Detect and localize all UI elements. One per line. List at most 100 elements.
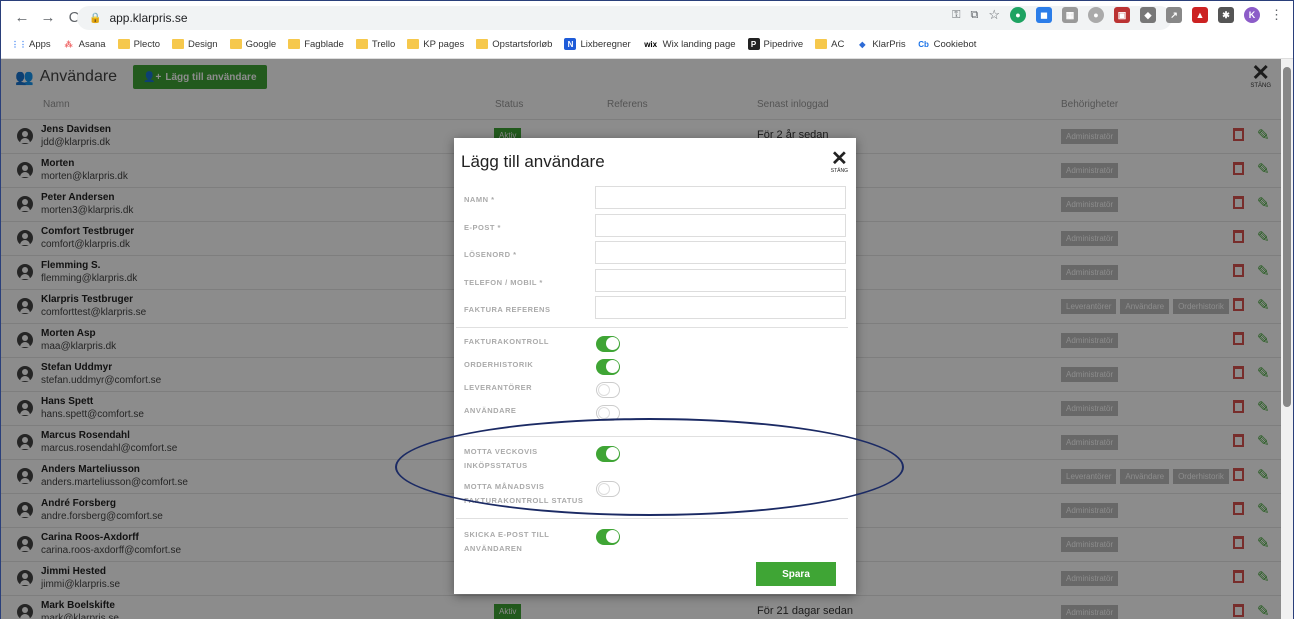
bookmark-label: Pipedrive: [763, 38, 804, 50]
toggle-knob: [598, 407, 610, 419]
folder-icon: [476, 39, 489, 49]
bookmark-item[interactable]: KP pages: [407, 39, 464, 50]
star-icon[interactable]: ☆: [988, 7, 1000, 23]
toggle-label: FAKTURAKONTROLL: [464, 337, 549, 346]
toolbar-icons: ⚿ ⧉ ☆ ● ◼ ▦ ● ▣ ◆ ↗ ▲ ✱ K ⋮: [952, 7, 1283, 23]
add-user-modal: Lägg till användare ✕ STÄNG NAMN * E-POST…: [454, 138, 856, 594]
folder-icon: [288, 39, 301, 49]
field-label: FAKTURA REFERENS: [464, 305, 551, 314]
folder-icon: [229, 39, 242, 49]
n-icon: N: [564, 38, 577, 50]
bookmark-item[interactable]: Design: [172, 39, 218, 50]
toggle-switch[interactable]: [596, 359, 620, 375]
toggle-label: ORDERHISTORIK: [464, 360, 534, 369]
browser-chrome: ← → C 🔒 app.klarpris.se ⚿ ⧉ ☆ ● ◼ ▦ ● ▣ …: [1, 1, 1293, 59]
bookmark-label: Design: [188, 38, 218, 50]
translate-icon[interactable]: ⧉: [970, 9, 978, 22]
bookmark-label: Opstartsforløb: [492, 38, 553, 50]
folder-icon: [407, 39, 420, 49]
toggle-knob: [606, 530, 619, 543]
toggle-knob: [606, 360, 619, 373]
forward-icon[interactable]: →: [37, 6, 59, 28]
menu-icon[interactable]: ⋮: [1270, 7, 1283, 23]
folder-icon: [355, 39, 368, 49]
form-divider: [456, 518, 848, 519]
bookmarks-bar: ⋮⋮ Apps ⁂ Asana Plecto Design Google Fagblade Tr…: [1, 33, 1293, 55]
extension-icon[interactable]: ▦: [1062, 7, 1078, 23]
bookmark-item[interactable]: P Pipedrive: [747, 38, 804, 50]
folder-icon: [117, 39, 130, 49]
toggle-label: LEVERANTÖRER: [464, 383, 533, 392]
wix-icon: wix: [642, 38, 659, 50]
modal-close-button[interactable]: ✕ STÄNG: [830, 148, 848, 174]
puzzle-icon[interactable]: ✱: [1218, 7, 1234, 23]
bookmark-item[interactable]: ◆ KlarPris: [856, 38, 906, 50]
toggle-label: ANVÄNDARE: [464, 406, 517, 415]
toggle-switch[interactable]: [596, 336, 620, 352]
bookmark-label: Lixberegner: [580, 38, 631, 50]
toggle-switch[interactable]: [596, 382, 620, 398]
page-scrollbar[interactable]: [1281, 59, 1293, 619]
bookmark-item[interactable]: Opstartsforløb: [476, 39, 552, 50]
url-text: app.klarpris.se: [109, 11, 188, 25]
extension-icon[interactable]: ↗: [1166, 7, 1182, 23]
bookmark-item[interactable]: Fagblade: [288, 39, 344, 50]
bookmark-label: Plecto: [133, 38, 160, 50]
asana-icon: ⁂: [62, 38, 75, 50]
extension-icon[interactable]: ▲: [1192, 7, 1208, 23]
close-icon: ✕: [831, 148, 848, 170]
bookmark-item[interactable]: ⁂ Asana: [62, 38, 106, 50]
extension-icon[interactable]: ●: [1088, 7, 1104, 23]
bookmark-label: KP pages: [423, 38, 465, 50]
cookiebot-icon: Cb: [917, 38, 930, 50]
extension-icon[interactable]: ◼: [1036, 7, 1052, 23]
extension-icon[interactable]: ▣: [1114, 7, 1130, 23]
bookmark-item[interactable]: Plecto: [117, 38, 160, 50]
annotation-ellipse: [395, 418, 904, 516]
bookmark-item[interactable]: Cb Cookiebot: [917, 38, 977, 50]
profile-avatar[interactable]: K: [1244, 7, 1260, 23]
apps-grid-icon: ⋮⋮: [11, 38, 27, 50]
bookmark-label: KlarPris: [872, 38, 906, 50]
key-icon[interactable]: ⚿: [952, 9, 960, 22]
toggle-label: SKICKA E-POST TILL ANVÄNDAREN: [464, 530, 550, 553]
field-label: TELEFON / MOBIL *: [464, 277, 543, 287]
bookmark-item[interactable]: Trello: [355, 38, 396, 50]
bookmark-item[interactable]: wix Wix landing page: [642, 38, 736, 50]
modal-close-label: STÄNG: [830, 168, 848, 174]
field-label: E-POST *: [464, 222, 501, 232]
bookmark-label: Asana: [78, 38, 106, 50]
bookmark-label: Apps: [29, 38, 51, 50]
p-icon: P: [747, 38, 760, 50]
form-input[interactable]: [595, 186, 846, 209]
form-input[interactable]: [595, 213, 846, 237]
bookmark-item[interactable]: Google: [229, 39, 276, 50]
folder-icon: [815, 39, 828, 49]
bookmark-label: Fagblade: [304, 38, 344, 50]
folder-icon: [172, 39, 184, 49]
extension-icon[interactable]: ◆: [1140, 7, 1156, 23]
bookmark-item[interactable]: N Lixberegner: [564, 38, 631, 50]
bookmark-label: Cookiebot: [933, 38, 977, 50]
field-label: LÖSENORD *: [464, 250, 517, 259]
bookmark-item[interactable]: ⋮⋮ Apps: [11, 38, 51, 50]
form-input[interactable]: [595, 296, 846, 319]
save-button[interactable]: Spara: [756, 562, 836, 586]
bookmark-item[interactable]: AC: [815, 39, 844, 50]
form-input[interactable]: [595, 241, 846, 264]
form-divider: [456, 327, 848, 328]
lock-icon: 🔒: [89, 12, 102, 24]
toggle-knob: [598, 384, 610, 396]
toggle-knob: [606, 337, 619, 350]
bookmark-label: Wix landing page: [662, 38, 736, 50]
field-label: NAMN *: [464, 195, 495, 204]
klarpris-icon: ◆: [856, 38, 869, 50]
extension-icon[interactable]: ●: [1010, 7, 1026, 23]
back-icon[interactable]: ←: [11, 6, 33, 28]
toggle-switch[interactable]: [596, 529, 620, 545]
modal-title: Lägg till användare: [461, 152, 605, 171]
address-row: ← → C 🔒 app.klarpris.se ⚿ ⧉ ☆ ● ◼ ▦ ● ▣ …: [1, 1, 1293, 33]
form-input[interactable]: [595, 268, 846, 292]
bookmark-label: Trello: [371, 38, 396, 50]
scrollbar-thumb[interactable]: [1283, 67, 1291, 407]
